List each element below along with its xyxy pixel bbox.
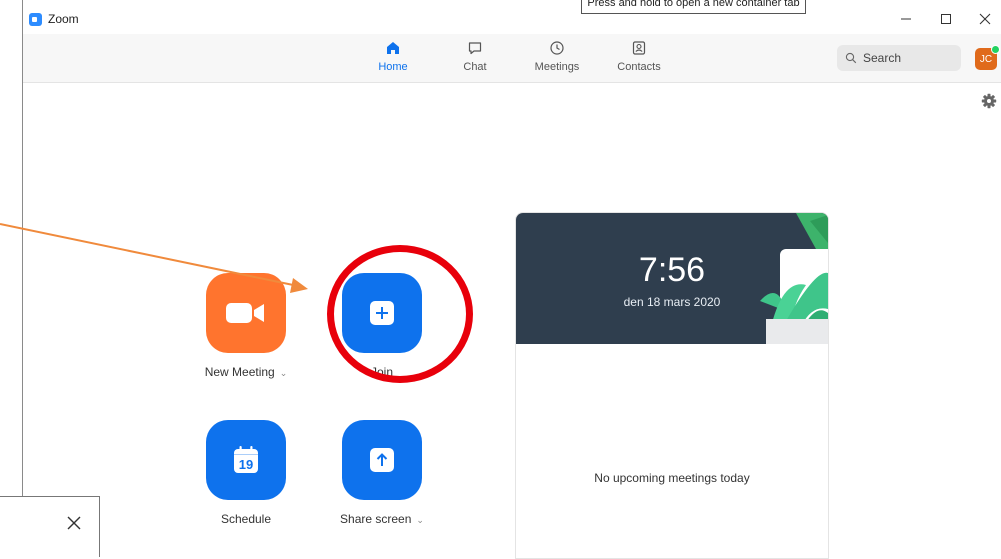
container-tab-tooltip: Press and hold to open a new container t… — [581, 0, 806, 14]
minimize-icon — [901, 18, 911, 20]
tab-home-label: Home — [378, 61, 408, 73]
schedule-label: Schedule — [220, 512, 272, 526]
join-button[interactable] — [342, 273, 422, 353]
video-camera-icon — [226, 303, 264, 323]
avatar[interactable]: JC — [975, 45, 1000, 70]
upcoming-meetings-card: 7:56 den 18 mars 2020 No upcoming meetin… — [515, 212, 829, 559]
calendar-icon: 19 — [234, 446, 258, 473]
close-icon — [979, 13, 991, 25]
clock-icon — [550, 41, 564, 55]
join-label: Join — [370, 365, 393, 379]
share-screen-label: Share screen — [340, 512, 412, 526]
search-box[interactable]: Search — [837, 45, 961, 71]
clock-date: den 18 mars 2020 — [623, 295, 721, 309]
zoom-logo-icon — [29, 13, 42, 26]
avatar-initials: JC — [979, 53, 993, 65]
top-toolbar: Home Chat Meetings Contacts Search JC — [23, 34, 1001, 83]
online-status-dot — [991, 45, 1000, 54]
home-icon — [387, 42, 399, 54]
calendar-day: 19 — [239, 457, 253, 472]
title-bar: Zoom Press and hold to open a new contai… — [23, 0, 1001, 34]
new-meeting-button[interactable] — [206, 273, 286, 353]
new-meeting-label: New Meeting — [204, 365, 275, 379]
share-screen-button[interactable] — [342, 420, 422, 500]
minimize-button[interactable] — [889, 6, 923, 32]
tab-home[interactable]: Home — [363, 40, 423, 80]
chat-icon — [468, 42, 482, 55]
overlay-panel — [0, 496, 100, 557]
tab-chat-label: Chat — [463, 61, 487, 73]
join-label-row: Join — [312, 365, 452, 379]
close-icon — [67, 516, 81, 530]
plus-icon — [370, 301, 394, 325]
chevron-down-icon[interactable]: ⌄ — [280, 368, 288, 378]
close-window-button[interactable] — [968, 6, 1001, 32]
search-placeholder: Search — [863, 51, 902, 65]
gear-icon — [981, 93, 997, 109]
close-panel-button[interactable] — [66, 515, 82, 536]
clock-time: 7:56 — [638, 251, 706, 289]
new-meeting-label-row[interactable]: New Meeting ⌄ — [176, 365, 316, 379]
contacts-icon — [632, 41, 646, 55]
zoom-window: Zoom Press and hold to open a new contai… — [22, 0, 1001, 559]
schedule-button[interactable]: 19 — [206, 420, 286, 500]
schedule-label-row: Schedule — [176, 512, 316, 526]
tab-contacts[interactable]: Contacts — [609, 40, 669, 80]
no-meetings-text: No upcoming meetings today — [594, 471, 750, 485]
share-screen-label-row[interactable]: Share screen ⌄ — [312, 512, 452, 526]
tab-chat[interactable]: Chat — [445, 40, 505, 80]
arrow-up-icon — [370, 448, 394, 472]
tab-meetings[interactable]: Meetings — [527, 40, 587, 80]
chevron-down-icon[interactable]: ⌄ — [416, 515, 424, 525]
settings-button[interactable] — [981, 93, 997, 114]
clock-banner: 7:56 den 18 mars 2020 — [516, 213, 828, 344]
maximize-icon — [941, 14, 951, 24]
search-icon — [845, 52, 857, 64]
tab-meetings-label: Meetings — [534, 61, 580, 73]
maximize-button[interactable] — [929, 6, 963, 32]
app-title: Zoom — [48, 12, 79, 26]
tab-contacts-label: Contacts — [617, 61, 661, 73]
